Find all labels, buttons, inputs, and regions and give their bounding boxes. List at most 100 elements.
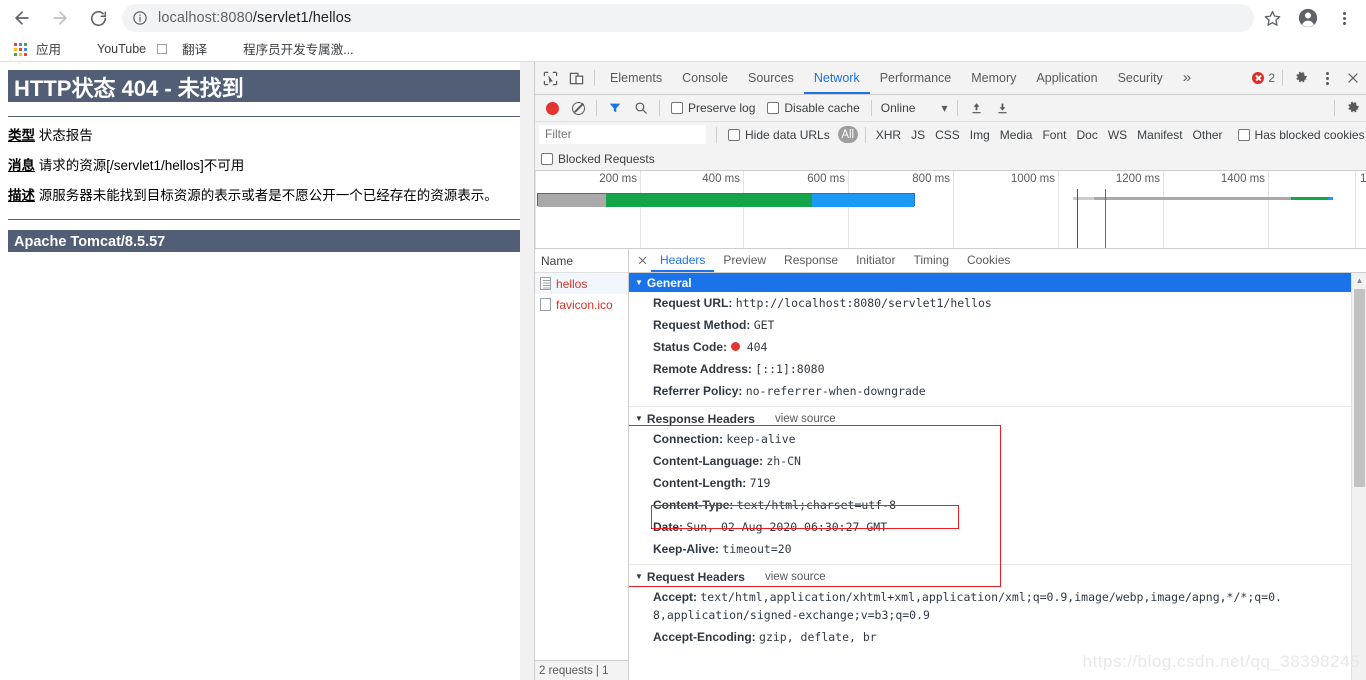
search-icon[interactable]	[628, 95, 654, 121]
clear-requests-icon[interactable]	[565, 95, 591, 121]
has-blocked-cookies-label: Has blocked cookies	[1254, 127, 1365, 142]
close-devtools-icon[interactable]	[1340, 65, 1366, 91]
detail-tab-preview[interactable]: Preview	[714, 249, 775, 272]
error-count-badge[interactable]: 2	[1252, 71, 1275, 85]
view-source-link[interactable]: view source	[775, 413, 836, 425]
detail-tab-initiator[interactable]: Initiator	[847, 249, 904, 272]
toolbar-separator	[864, 126, 866, 143]
tab-network[interactable]: Network	[804, 62, 870, 94]
bookmark-youtube[interactable]: YouTube	[69, 38, 152, 60]
overview-bar-segment	[605, 194, 813, 207]
more-tabs-button[interactable]: »	[1173, 62, 1201, 94]
filter-type-xhr[interactable]: XHR	[871, 128, 906, 142]
header-accept: Accept: text/html,application/xhtml+xml,…	[629, 586, 1366, 626]
back-button[interactable]	[6, 2, 38, 34]
forward-button[interactable]	[44, 2, 76, 34]
view-source-link[interactable]: view source	[765, 571, 826, 583]
has-blocked-cookies-checkbox[interactable]: Has blocked cookies	[1237, 127, 1365, 142]
tab-elements[interactable]: Elements	[600, 62, 672, 94]
bookmark-label: YouTube	[97, 41, 147, 56]
toolbar-separator	[594, 70, 595, 86]
error-row-value: 状态报告	[38, 128, 93, 143]
scrollbar-thumb[interactable]	[1354, 289, 1365, 487]
filter-type-ws[interactable]: WS	[1103, 128, 1132, 142]
address-bar[interactable]: localhost:8080/servlet1/hellos	[122, 4, 1254, 32]
request-list-header-name[interactable]: Name	[535, 249, 628, 273]
network-overview-timeline[interactable]: 200 ms 400 ms 600 ms 800 ms 1000 ms 1200…	[535, 171, 1366, 249]
header-content-type: Content-Type: text/html;charset=utf-8	[629, 494, 1366, 516]
error-row-value: 源服务器未能找到目标资源的表示或者是不愿公开一个已经存在的资源表示。	[38, 188, 498, 203]
section-title: Request Headers	[646, 569, 745, 584]
bookmark-apps[interactable]: 应用	[8, 38, 67, 60]
detail-scrollbar[interactable]: ▲	[1351, 273, 1366, 680]
request-name: hellos	[556, 276, 588, 291]
apps-grid-icon	[14, 41, 30, 57]
filter-type-other[interactable]: Other	[1188, 128, 1228, 142]
inspect-element-icon[interactable]	[537, 65, 563, 91]
header-key: Remote Address:	[653, 362, 752, 376]
request-row-favicon[interactable]: favicon.ico	[535, 294, 628, 315]
detail-tab-response[interactable]: Response	[775, 249, 847, 272]
filter-type-doc[interactable]: Doc	[1071, 128, 1102, 142]
bookmark-star-icon[interactable]	[1257, 3, 1287, 33]
throttling-select[interactable]: Online ▾	[881, 101, 948, 115]
tab-security[interactable]: Security	[1108, 62, 1173, 94]
funnel-filter-icon[interactable]	[602, 95, 628, 121]
detail-tab-cookies[interactable]: Cookies	[958, 249, 1019, 272]
section-header-response-headers[interactable]: ▼ Response Headers view source	[629, 409, 1366, 428]
overview-tick-label: 1000 ms	[1010, 173, 1055, 185]
disable-cache-checkbox[interactable]: Disable cache	[767, 101, 860, 115]
overview-tick-label: 400 ms	[702, 173, 740, 185]
tab-console[interactable]: Console	[672, 62, 738, 94]
address-bar-text: localhost:8080/servlet1/hellos	[158, 10, 351, 26]
close-detail-icon[interactable]	[633, 252, 651, 270]
overview-tick-label: 1600 m	[1360, 173, 1366, 185]
kebab-menu-icon	[1325, 71, 1329, 85]
document-icon	[540, 277, 551, 290]
header-value: 719	[749, 476, 771, 490]
filter-type-all[interactable]: All	[837, 126, 858, 143]
filter-type-js[interactable]: JS	[906, 128, 930, 142]
devtools-more-options-button[interactable]	[1314, 65, 1340, 91]
tab-application[interactable]: Application	[1026, 62, 1107, 94]
gear-icon[interactable]	[1288, 65, 1314, 91]
blocked-requests-checkbox[interactable]: Blocked Requests	[541, 152, 655, 166]
filter-type-css[interactable]: CSS	[930, 128, 965, 142]
detail-tab-timing[interactable]: Timing	[904, 249, 958, 272]
import-har-icon[interactable]	[963, 95, 989, 121]
load-event-line	[1105, 189, 1106, 248]
header-value: keep-alive	[726, 432, 796, 446]
detail-tab-headers[interactable]: Headers	[651, 249, 714, 272]
filter-type-manifest[interactable]: Manifest	[1132, 128, 1187, 142]
filter-type-img[interactable]: Img	[965, 128, 995, 142]
header-key: Referrer Policy:	[653, 384, 743, 398]
reload-button[interactable]	[82, 2, 114, 34]
export-har-icon[interactable]	[989, 95, 1015, 121]
page-scrollbar[interactable]	[520, 62, 534, 680]
filter-type-font[interactable]: Font	[1037, 128, 1071, 142]
browser-toolbar-right	[1254, 3, 1362, 33]
preserve-log-checkbox[interactable]: Preserve log	[671, 101, 755, 115]
bookmark-translate[interactable]: G 翻译	[154, 38, 213, 60]
section-header-general[interactable]: ▼ General	[629, 273, 1366, 292]
toolbar-separator	[659, 100, 660, 116]
request-row-hellos[interactable]: hellos	[535, 273, 628, 294]
bookmark-dev-offer[interactable]: 程序员开发专属激...	[215, 38, 359, 60]
filter-input[interactable]	[539, 125, 706, 144]
scroll-up-arrow-icon[interactable]: ▲	[1352, 273, 1366, 287]
profile-avatar-icon[interactable]	[1293, 3, 1323, 33]
header-connection: Connection: keep-alive	[629, 428, 1366, 450]
network-settings-gear-icon[interactable]	[1340, 95, 1366, 121]
header-key: Connection:	[653, 432, 723, 446]
section-header-request-headers[interactable]: ▼ Request Headers view source	[629, 567, 1366, 586]
tab-performance[interactable]: Performance	[870, 62, 962, 94]
filter-type-media[interactable]: Media	[995, 128, 1038, 142]
hide-data-urls-checkbox[interactable]: Hide data URLs	[728, 128, 830, 142]
chrome-menu-icon[interactable]	[1329, 3, 1359, 33]
record-stop-icon[interactable]	[539, 95, 565, 121]
tab-memory[interactable]: Memory	[961, 62, 1026, 94]
tab-sources[interactable]: Sources	[738, 62, 804, 94]
device-toolbar-icon[interactable]	[563, 65, 589, 91]
site-info-icon[interactable]	[132, 10, 148, 26]
header-key: Accept-Encoding:	[653, 630, 756, 644]
